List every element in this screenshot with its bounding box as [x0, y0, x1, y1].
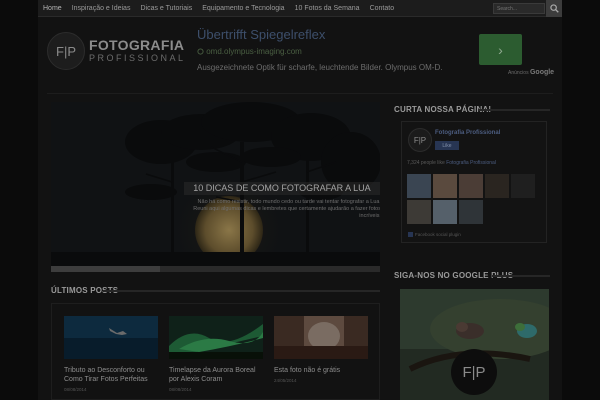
post-card[interactable]: Timelapse da Aurora Boreal por Alexis Co…: [169, 316, 263, 392]
facebook-fan-avatar[interactable]: [407, 200, 431, 224]
slider-text: Não há como resistir, todo mundo cedo ou…: [193, 199, 380, 219]
page-container: F|P FOTOGRAFIA PROFISSIONAL Übertrifft S…: [38, 17, 562, 400]
ad-description: Ausgezeichnete Optik für scharfe, leucht…: [197, 63, 443, 72]
post-thumbnail[interactable]: [169, 316, 263, 359]
logo-line-2: PROFISSIONAL: [89, 53, 186, 63]
google-plus-widget[interactable]: F|P: [400, 289, 549, 400]
header-divider: [47, 93, 553, 94]
ad-arrow-button[interactable]: ›: [479, 34, 522, 65]
facebook-fan-avatar[interactable]: [511, 174, 535, 198]
header-ad: Übertrifft Spiegelreflex omd.olympus-ima…: [192, 25, 559, 77]
logo-line-1: FOTOGRAFIA: [89, 37, 185, 53]
facebook-social-plugin[interactable]: Facebook social plugin: [408, 232, 461, 238]
logo-mark: F|P: [47, 32, 85, 70]
facebook-like-button[interactable]: Like: [435, 141, 459, 150]
post-date: 08/08/2014: [169, 387, 192, 392]
ad-provider-prefix: Anúncios: [508, 70, 529, 76]
search-input[interactable]: [493, 3, 545, 14]
google-plus-avatar[interactable]: F|P: [451, 349, 497, 395]
slider-progress: [51, 266, 380, 272]
facebook-fan-avatar[interactable]: [459, 200, 483, 224]
post-title[interactable]: Timelapse da Aurora Boreal por Alexis Co…: [169, 366, 263, 384]
site-logo[interactable]: F|P FOTOGRAFIA PROFISSIONAL: [47, 32, 186, 70]
ad-url-text: omd.olympus-imaging.com: [206, 47, 302, 56]
latest-posts-box: Tributo ao Desconforto ou Como Tirar Fot…: [51, 303, 380, 400]
facebook-fan-avatar[interactable]: [459, 174, 483, 198]
latest-posts-rule: [103, 290, 380, 292]
post-card[interactable]: Esta foto não é grátis 24/05/2014: [274, 316, 368, 383]
post-date: 24/05/2014: [274, 378, 297, 383]
facebook-heading: CURTA NOSSA PÁGINA!: [394, 105, 492, 114]
underwater-diver-image: [64, 316, 158, 359]
nav-item-home[interactable]: Home: [38, 0, 67, 17]
post-thumbnail[interactable]: [274, 316, 368, 359]
facebook-page-name[interactable]: Fotografia Profissional: [435, 130, 500, 136]
facebook-like-count: 7,324 people like Fotografia Profissiona…: [407, 160, 496, 166]
facebook-fan-avatar[interactable]: [433, 200, 457, 224]
ad-url[interactable]: omd.olympus-imaging.com: [197, 47, 302, 56]
facebook-count-link[interactable]: Fotografia Profissional: [446, 160, 496, 166]
featured-slider[interactable]: 10 DICAS DE COMO FOTOGRAFAR A LUA Não há…: [51, 102, 380, 272]
post-title[interactable]: Tributo ao Desconforto ou Como Tirar Fot…: [64, 366, 158, 384]
facebook-page-avatar[interactable]: F|P: [408, 128, 432, 152]
landscape-image: [274, 316, 368, 359]
ad-provider: Anúncios Google: [508, 69, 554, 76]
nav-item-dicas[interactable]: Dicas e Tutoriais: [135, 0, 197, 17]
nav-item-inspiracao[interactable]: Inspiração e Ideias: [67, 0, 136, 17]
google-plus-rule: [492, 275, 550, 277]
logo-text: FOTOGRAFIA PROFISSIONAL: [89, 38, 186, 64]
post-card[interactable]: Tributo ao Desconforto ou Como Tirar Fot…: [64, 316, 158, 392]
slider-progress-fill: [51, 266, 160, 272]
post-date: 08/08/2014: [64, 387, 87, 392]
search-button[interactable]: [546, 0, 562, 17]
nav-item-equipamento[interactable]: Equipamento e Tecnologia: [197, 0, 289, 17]
nav-item-10-fotos[interactable]: 10 Fotos da Semana: [290, 0, 365, 17]
nav-item-contato[interactable]: Contato: [365, 0, 400, 17]
ad-provider-name: Google: [529, 69, 555, 76]
facebook-fan-avatar[interactable]: [485, 174, 509, 198]
facebook-plugin-label: Facebook social plugin: [415, 232, 461, 237]
ad-title[interactable]: Übertrifft Spiegelreflex: [197, 27, 325, 43]
facebook-icon: [408, 232, 413, 238]
facebook-fan-avatar[interactable]: [407, 174, 431, 198]
facebook-fan-avatar[interactable]: [433, 174, 457, 198]
aurora-image: [169, 316, 263, 359]
post-thumbnail[interactable]: [64, 316, 158, 359]
post-title[interactable]: Esta foto não é grátis: [274, 366, 368, 375]
search-icon: [549, 4, 559, 13]
facebook-rule: [478, 109, 550, 111]
ad-circle-icon: [197, 48, 204, 55]
facebook-widget: F|P Fotografia Profissional Like 7,324 p…: [401, 121, 547, 243]
top-navigation: Home Inspiração e Ideias Dicas e Tutoria…: [38, 0, 562, 17]
slider-title[interactable]: 10 DICAS DE COMO FOTOGRAFAR A LUA: [184, 182, 380, 195]
facebook-count-prefix: 7,324 people like: [407, 160, 445, 166]
facebook-like-label: Like: [442, 142, 452, 149]
